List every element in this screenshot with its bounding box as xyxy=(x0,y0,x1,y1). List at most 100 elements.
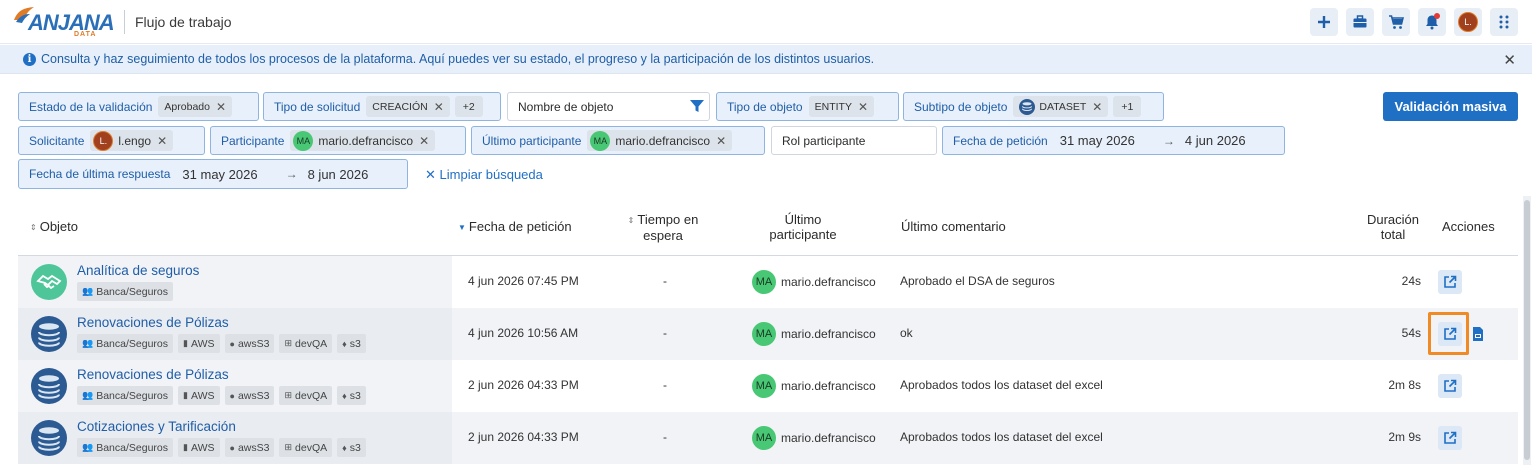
portfolio-button[interactable] xyxy=(1346,8,1374,36)
object-name-link[interactable]: Cotizaciones y Tarificación xyxy=(77,419,236,434)
filter-label: Fecha de última respuesta xyxy=(29,167,171,181)
fecha-peticion-cell: 2 jun 2026 04:33 PM xyxy=(468,378,579,392)
database-icon xyxy=(1019,98,1036,115)
info-banner: i Consulta y haz seguimiento de todos lo… xyxy=(0,45,1532,74)
tag: 👥 Banca/Seguros xyxy=(77,282,174,301)
open-external-button[interactable] xyxy=(1438,426,1462,450)
tag-label: AWS xyxy=(190,441,215,454)
filter-rol-participante[interactable]: Rol participante xyxy=(771,126,937,155)
clear-search-link[interactable]: ✕ Limpiar búsqueda xyxy=(425,167,543,183)
tag-list: 👥 Banca/Seguros xyxy=(77,282,174,301)
remove-chip-icon[interactable]: ✕ xyxy=(716,134,726,148)
tag: ♦ s3 xyxy=(337,438,366,457)
handshake-icon xyxy=(31,264,67,300)
sort-desc-icon: ▼ xyxy=(458,223,466,232)
filter-nombre-objeto[interactable]: Nombre de objeto xyxy=(507,92,710,121)
filter-chip: MA mario.defrancisco ✕ xyxy=(290,130,436,151)
date-to[interactable]: 4 jun 2026 xyxy=(1185,133,1246,148)
people-icon: 👥 xyxy=(82,390,94,400)
fecha-peticion-cell: 4 jun 2026 07:45 PM xyxy=(468,274,579,288)
remove-chip-icon[interactable]: ✕ xyxy=(216,100,226,114)
tag-list: 👥 Banca/Seguros ▮ AWS ● awsS3 ⊞ devQA ♦ s3 xyxy=(77,438,366,457)
document-icon[interactable] xyxy=(1470,326,1486,342)
filter-label: Solicitante xyxy=(29,133,85,148)
tag: 👥 Banca/Seguros xyxy=(77,334,174,353)
people-icon: 👥 xyxy=(82,442,94,452)
more-count-chip[interactable]: +1 xyxy=(1113,96,1142,117)
filter-chip: CREACIÓN ✕ xyxy=(366,96,450,117)
tag-label: s3 xyxy=(349,441,361,454)
chip-label: ENTITY xyxy=(814,100,852,113)
more-count-chip[interactable]: +2 xyxy=(454,96,483,117)
filter-fecha-peticion[interactable]: Fecha de petición 31 may 2026 → 4 jun 20… xyxy=(942,126,1285,155)
location-icon: ♦ xyxy=(342,442,347,453)
tag: ⊞ devQA xyxy=(279,334,333,353)
user-avatar-button[interactable]: L. xyxy=(1454,8,1482,36)
date-from[interactable]: 31 may 2026 xyxy=(1060,133,1135,148)
date-to[interactable]: 8 jun 2026 xyxy=(308,167,369,182)
close-icon[interactable]: ✕ xyxy=(1503,51,1516,69)
chip-label: CREACIÓN xyxy=(372,100,428,113)
notifications-button[interactable] xyxy=(1418,8,1446,36)
validacion-masiva-button[interactable]: Validación masiva xyxy=(1383,92,1518,121)
tag: ▮ AWS xyxy=(178,334,220,353)
open-external-button[interactable] xyxy=(1438,374,1462,398)
column-fecha-peticion[interactable]: ▼ Fecha de petición xyxy=(458,219,572,235)
tag: ● awsS3 xyxy=(224,438,275,457)
table-row[interactable]: Renovaciones de Pólizas 👥 Banca/Seguros ▮… xyxy=(18,308,1518,360)
tag: ▮ AWS xyxy=(178,386,220,405)
filter-label: Participante xyxy=(221,133,285,148)
open-external-button[interactable] xyxy=(1438,270,1462,294)
column-label: participante xyxy=(769,227,837,242)
remove-chip-icon[interactable]: ✕ xyxy=(434,100,444,114)
duracion-cell: 54s xyxy=(1401,326,1421,340)
filter-participante[interactable]: Participante MA mario.defrancisco ✕ xyxy=(210,126,466,155)
table-row[interactable]: Renovaciones de Pólizas 👥 Banca/Seguros ▮… xyxy=(18,360,1518,412)
object-name-link[interactable]: Renovaciones de Pólizas xyxy=(77,367,229,382)
column-acciones: Acciones xyxy=(1442,219,1495,234)
tiempo-espera-cell: - xyxy=(663,274,667,288)
filter-subtipo-objeto[interactable]: Subtipo de objeto DATASET ✕ +1 xyxy=(903,92,1164,121)
remove-chip-icon[interactable]: ✕ xyxy=(157,134,167,148)
anjana-logo[interactable]: ANJANA DATA xyxy=(8,4,118,40)
building-icon: ▮ xyxy=(183,338,188,348)
filter-chip: Aprobado ✕ xyxy=(158,96,233,117)
column-tiempo-espera[interactable]: ⇕ Tiempo en espera xyxy=(623,212,703,243)
tag-label: s3 xyxy=(349,389,361,402)
cart-button[interactable] xyxy=(1382,8,1410,36)
filter-tipo-objeto[interactable]: Tipo de objeto ENTITY ✕ xyxy=(716,92,899,121)
scrollbar-thumb[interactable] xyxy=(1524,200,1530,460)
remove-chip-icon[interactable]: ✕ xyxy=(858,100,868,114)
comentario-cell: Aprobados todos los dataset del excel xyxy=(900,430,1103,444)
filter-fecha-ultima-respuesta[interactable]: Fecha de última respuesta 31 may 2026 → … xyxy=(18,159,408,189)
vertical-scrollbar[interactable] xyxy=(1523,196,1531,465)
avatar: MA xyxy=(752,374,776,398)
top-actions: L. xyxy=(1310,8,1518,36)
bulb-icon: ● xyxy=(229,442,235,453)
grid-icon xyxy=(1499,15,1509,29)
filter-tipo-solicitud[interactable]: Tipo de solicitud CREACIÓN ✕ +2 xyxy=(263,92,501,121)
object-name-link[interactable]: Analítica de seguros xyxy=(77,263,199,278)
add-button[interactable] xyxy=(1310,8,1338,36)
cart-icon xyxy=(1389,15,1404,29)
external-link-icon xyxy=(1444,275,1457,288)
open-external-button[interactable] xyxy=(1438,322,1462,346)
filter-solicitante[interactable]: Solicitante L. l.engo ✕ xyxy=(18,126,205,155)
apps-button[interactable] xyxy=(1490,8,1518,36)
table-row[interactable]: Cotizaciones y Tarificación 👥 Banca/Segur… xyxy=(18,412,1518,464)
table-row[interactable]: Analítica de seguros 👥 Banca/Seguros 4 ju… xyxy=(18,256,1518,308)
filter-estado-validacion[interactable]: Estado de la validación Aprobado ✕ xyxy=(18,92,259,121)
chip-label: mario.defrancisco xyxy=(615,133,711,148)
object-name-link[interactable]: Renovaciones de Pólizas xyxy=(77,315,229,330)
remove-chip-icon[interactable]: ✕ xyxy=(1092,100,1102,114)
remove-chip-icon[interactable]: ✕ xyxy=(419,134,429,148)
column-objeto[interactable]: ⇕ Objeto xyxy=(30,219,78,235)
arrow-right-icon: → xyxy=(1162,133,1175,148)
filter-placeholder: Rol participante xyxy=(782,133,866,148)
filter-ultimo-participante[interactable]: Último participante MA mario.defrancisco… xyxy=(471,126,765,155)
tiempo-espera-cell: - xyxy=(663,326,667,340)
date-from[interactable]: 31 may 2026 xyxy=(182,167,257,182)
tag: ● awsS3 xyxy=(224,334,275,353)
participant-name: mario.defrancisco xyxy=(781,431,876,445)
funnel-icon[interactable] xyxy=(689,98,705,114)
